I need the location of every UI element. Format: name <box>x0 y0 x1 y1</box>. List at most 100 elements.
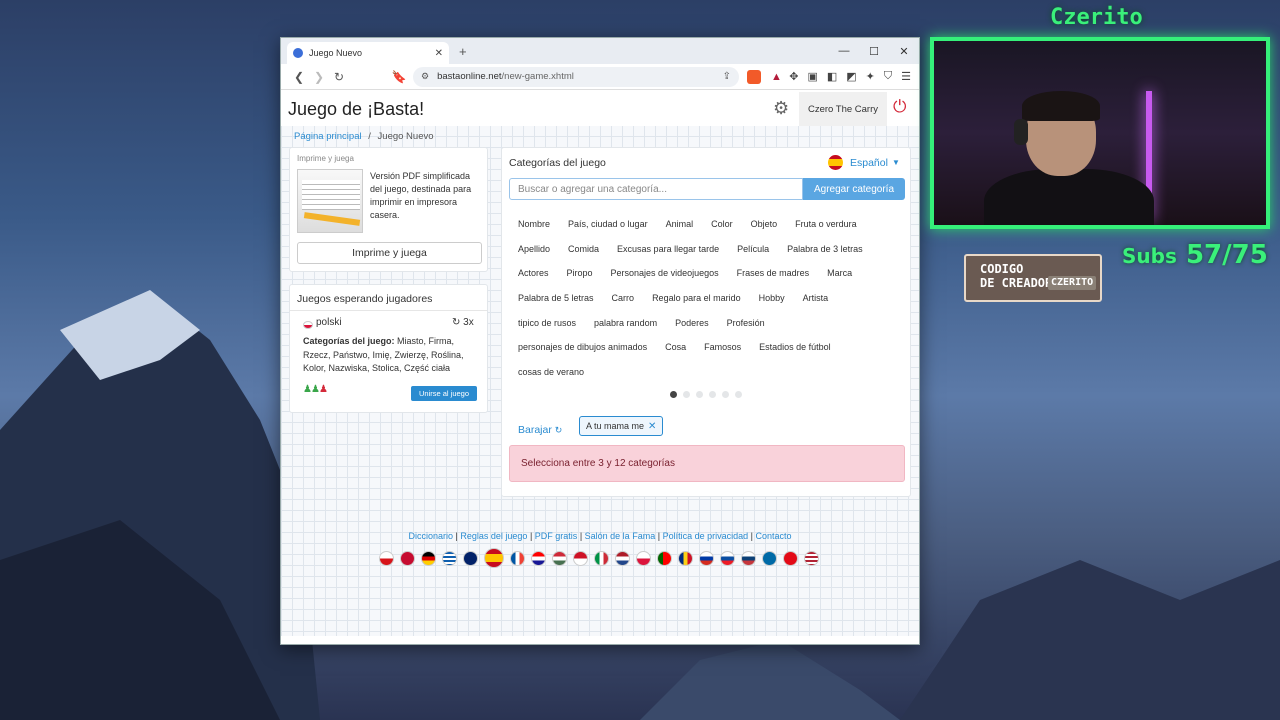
flag-icon[interactable] <box>783 550 798 566</box>
category-chip[interactable]: Hobby <box>750 293 794 303</box>
flag-icon[interactable] <box>636 550 651 566</box>
footer-link[interactable]: Salón de la Fama <box>585 531 656 541</box>
category-chip[interactable]: Comida <box>559 244 608 254</box>
tab-search-icon[interactable]: ▣ <box>807 70 817 83</box>
forward-icon[interactable]: ❯ <box>309 70 329 84</box>
category-chip[interactable]: cosas de verano <box>509 367 593 377</box>
flag-icon[interactable] <box>442 550 457 566</box>
category-chip[interactable]: Fruta o verdura <box>786 219 866 229</box>
bookmark-icon[interactable]: 🔖 <box>389 70 409 84</box>
flag-icon[interactable] <box>421 550 436 566</box>
page-dot[interactable] <box>735 391 742 398</box>
brave-shields-icon[interactable] <box>747 69 761 84</box>
menu-icon[interactable]: ☰ <box>901 70 911 83</box>
language-dropdown[interactable]: Español ▼ <box>828 155 900 170</box>
category-chip[interactable]: palabra random <box>585 318 666 328</box>
flag-icon[interactable] <box>762 550 777 566</box>
category-chip[interactable]: Poderes <box>666 318 718 328</box>
page-dot[interactable] <box>709 391 716 398</box>
category-chip[interactable]: Marca <box>818 268 861 278</box>
category-row: Nombre País, ciudad o lugar Animal Color… <box>509 212 905 237</box>
back-icon[interactable]: ❮ <box>289 70 309 84</box>
maximize-icon[interactable]: ☐ <box>859 45 889 58</box>
category-chip[interactable]: Cosa <box>656 342 695 352</box>
vpn-icon[interactable]: ⛉ <box>884 70 892 83</box>
page-dot[interactable] <box>722 391 729 398</box>
leo-ai-icon[interactable]: ✦ <box>866 70 875 83</box>
category-chip[interactable]: Frases de madres <box>728 268 819 278</box>
flag-icon[interactable] <box>699 550 714 566</box>
shuffle-button[interactable]: Barajar ↻ <box>518 424 562 436</box>
flag-icon[interactable] <box>463 550 478 566</box>
category-chip[interactable]: personajes de dibujos animados <box>509 342 656 352</box>
extensions-icon[interactable]: ✥ <box>789 70 798 83</box>
address-bar[interactable]: ⚙ bastaonline.net/new-game.xhtml ⇪ <box>413 66 739 87</box>
category-search-input[interactable]: Buscar o agregar una categoría... <box>509 178 803 200</box>
settings-gear-icon[interactable]: ⚙ <box>773 98 789 119</box>
site-favicon-icon <box>293 48 303 58</box>
username-button[interactable]: Czero The Carry <box>799 92 887 126</box>
category-chip[interactable]: Regalo para el marido <box>643 293 750 303</box>
category-chip[interactable]: Palabra de 5 letras <box>509 293 603 303</box>
share-icon[interactable]: ⇪ <box>723 71 731 82</box>
flag-icon[interactable] <box>741 550 756 566</box>
remove-category-icon[interactable]: ✕ <box>648 421 656 432</box>
flag-icon[interactable] <box>510 550 525 566</box>
wallet-icon[interactable]: ◩ <box>846 70 856 83</box>
breadcrumb-home-link[interactable]: Página principal <box>294 131 362 142</box>
category-chip[interactable]: Piropo <box>558 268 602 278</box>
category-chip[interactable]: Objeto <box>742 219 787 229</box>
category-chip[interactable]: Personajes de videojuegos <box>602 268 728 278</box>
flag-icon[interactable] <box>657 550 672 566</box>
minimize-icon[interactable]: — <box>829 45 859 57</box>
logout-power-icon[interactable]: ⏻ <box>893 97 906 117</box>
add-category-button[interactable]: Agregar categoría <box>803 178 905 200</box>
category-chip[interactable]: Profesión <box>718 318 774 328</box>
page-dot[interactable] <box>670 391 677 398</box>
flag-icon[interactable] <box>400 550 415 566</box>
join-game-button[interactable]: Unirse al juego <box>411 386 477 401</box>
category-chip[interactable]: Nombre <box>509 219 559 229</box>
category-chip[interactable]: tipico de rusos <box>509 318 585 328</box>
footer-link[interactable]: Reglas del juego <box>460 531 527 541</box>
new-tab-icon[interactable]: + <box>459 44 467 59</box>
footer-link[interactable]: Política de privacidad <box>663 531 749 541</box>
category-chip[interactable]: Artista <box>794 293 838 303</box>
sidebar-icon[interactable]: ◧ <box>827 70 837 83</box>
footer-link[interactable]: Contacto <box>755 531 791 541</box>
category-chip[interactable]: Famosos <box>695 342 750 352</box>
category-chip[interactable]: Película <box>728 244 778 254</box>
category-chip[interactable]: Apellido <box>509 244 559 254</box>
category-chip[interactable]: Animal <box>657 219 703 229</box>
flag-icon[interactable] <box>615 550 630 566</box>
flag-icon[interactable] <box>573 550 588 566</box>
page-dot[interactable] <box>683 391 690 398</box>
page-dot[interactable] <box>696 391 703 398</box>
category-chip[interactable]: Actores <box>509 268 558 278</box>
toolbar-right-icons: ✥ ▣ ◧ ◩ ✦ ⛉ ☰ <box>789 70 911 83</box>
close-window-icon[interactable]: ✕ <box>889 45 919 58</box>
flag-icon[interactable] <box>552 550 567 566</box>
browser-tab[interactable]: Juego Nuevo ✕ <box>287 42 449 64</box>
flag-icon[interactable] <box>594 550 609 566</box>
site-info-icon[interactable]: ⚙ <box>421 71 429 82</box>
flag-icon[interactable] <box>678 550 693 566</box>
flag-icon[interactable] <box>531 550 546 566</box>
flag-icon[interactable] <box>484 548 504 568</box>
category-chip[interactable]: Excusas para llegar tarde <box>608 244 728 254</box>
footer-link[interactable]: Diccionario <box>408 531 453 541</box>
print-and-play-button[interactable]: Imprime y juega <box>297 242 482 264</box>
flag-icon[interactable] <box>804 550 819 566</box>
footer-link[interactable]: PDF gratis <box>535 531 578 541</box>
category-chip[interactable]: Carro <box>603 293 644 303</box>
category-chip[interactable]: Color <box>702 219 742 229</box>
category-chip[interactable]: Palabra de 3 letras <box>778 244 872 254</box>
tab-close-icon[interactable]: ✕ <box>435 48 443 59</box>
category-chip[interactable]: Estadios de fútbol <box>750 342 840 352</box>
selected-category-label: A tu mama me <box>586 421 645 431</box>
brave-rewards-icon[interactable]: ▲ <box>771 71 782 83</box>
reload-icon[interactable]: ↻ <box>329 70 349 84</box>
flag-icon[interactable] <box>379 550 394 566</box>
category-chip[interactable]: País, ciudad o lugar <box>559 219 657 229</box>
flag-icon[interactable] <box>720 550 735 566</box>
